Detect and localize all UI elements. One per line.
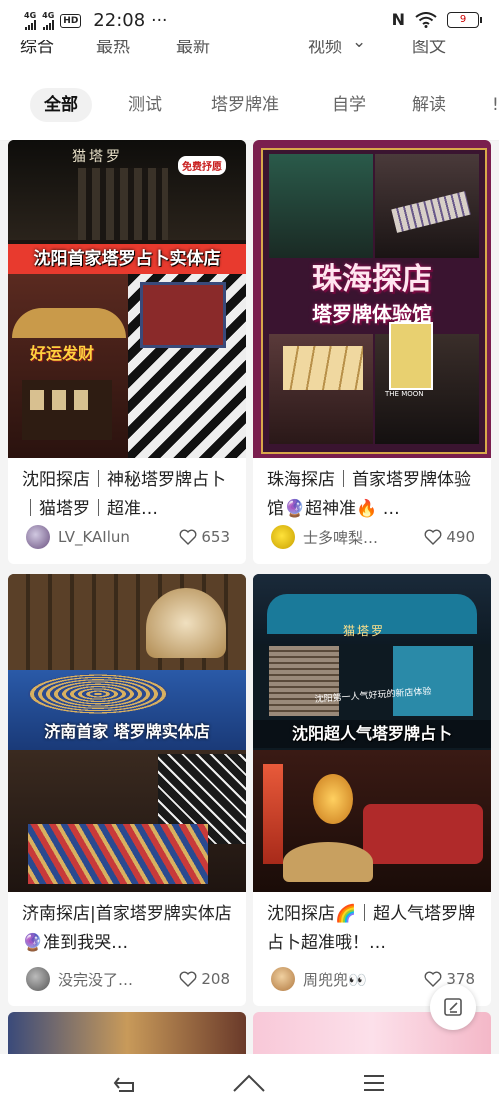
card-banner: 济南首家 塔罗牌实体店 <box>44 722 210 741</box>
filter-self-study[interactable]: 自学 <box>332 88 366 122</box>
avatar[interactable] <box>271 525 295 549</box>
tab-image-text[interactable]: 图文 <box>412 40 446 57</box>
card-banner: 沈阳超人气塔罗牌占卜 <box>253 720 491 748</box>
shop-sign: 猫塔罗 <box>343 624 386 638</box>
hd-badge: HD <box>60 13 82 28</box>
author-name[interactable]: 周兜兜👀 <box>303 969 424 990</box>
menu-icon <box>364 1075 384 1091</box>
like-count: 653 <box>201 528 230 546</box>
note-title: 沈阳探店🌈｜超人气塔罗牌占卜超准哦！… <box>267 904 476 953</box>
note-card[interactable]: 珠海探店 塔罗牌体验馆 THE MOON 珠海探店｜首家塔罗牌体验馆🔮超神准🔥 … <box>253 140 491 564</box>
avatar[interactable] <box>271 967 295 991</box>
home-icon <box>233 1074 265 1092</box>
avatar[interactable] <box>26 967 50 991</box>
note-card[interactable]: 猫塔罗 沈阳第一人气好玩的新店体验 沈阳超人气塔罗牌占卜 沈阳探店🌈｜超人气塔罗… <box>253 574 491 1006</box>
home-button[interactable] <box>229 1068 269 1098</box>
like-count: 208 <box>201 970 230 988</box>
author-name[interactable]: 没完没了… <box>58 969 179 990</box>
tab-newest[interactable]: 最新 <box>176 40 210 57</box>
tab-comprehensive[interactable]: 综合 <box>20 40 54 57</box>
like-button[interactable]: 653 <box>179 528 230 546</box>
top-tabs: 综合 最热 最新 视频 ⌄ 图文 <box>0 40 499 66</box>
filter-tarot-accurate[interactable]: 塔罗牌准 <box>211 88 279 122</box>
note-card[interactable]: 济南首家 塔罗牌实体店 济南探店|首家塔罗牌实体店🔮准到我哭… 没完没了… 20… <box>8 574 246 1006</box>
note-title: 济南探店|首家塔罗牌实体店🔮准到我哭… <box>22 904 232 953</box>
like-button[interactable]: 208 <box>179 970 230 988</box>
author-name[interactable]: LV_KAIlun <box>58 528 179 546</box>
tarot-card <box>389 322 433 390</box>
more-notifications: ··· <box>151 10 168 31</box>
luck-badge: 好运发财 <box>30 344 95 363</box>
heart-icon <box>179 971 197 987</box>
tarot-card-label: THE MOON <box>385 390 424 398</box>
avatar[interactable] <box>26 525 50 549</box>
compose-button[interactable] <box>430 984 476 1030</box>
heart-icon <box>424 971 442 987</box>
note-cover: 猫塔罗 沈阳第一人气好玩的新店体验 沈阳超人气塔罗牌占卜 <box>253 574 491 892</box>
tab-video[interactable]: 视频 <box>308 40 342 57</box>
heart-icon <box>179 529 197 545</box>
shop-sign: 猫塔罗 <box>72 149 123 165</box>
like-count: 490 <box>446 528 475 546</box>
tab-video-icon: ⌄ <box>352 40 367 52</box>
filter-bar: 全部 测试 塔罗牌准 自学 解读 ! <box>0 66 499 141</box>
back-icon <box>113 1077 134 1092</box>
card-banner: 沈阳首家塔罗占卜实体店 <box>8 244 246 274</box>
note-cover: 珠海探店 塔罗牌体验馆 THE MOON <box>253 140 491 458</box>
status-bar: 4G 4G HD 22:08 ··· N 9 <box>0 0 499 40</box>
back-button[interactable] <box>104 1068 144 1098</box>
signal-icon-2: 4G <box>42 11 54 30</box>
recents-button[interactable] <box>354 1068 394 1098</box>
clock: 22:08 <box>93 10 146 31</box>
author-name[interactable]: 士多啤梨… <box>303 527 424 548</box>
system-nav-bar <box>0 1054 499 1112</box>
free-sticker: 免费抒愿 <box>178 156 226 175</box>
card-banner-subtitle: 塔罗牌体验馆 <box>312 302 432 326</box>
filter-test[interactable]: 测试 <box>128 88 162 122</box>
note-title: 珠海探店｜首家塔罗牌体验馆🔮超神准🔥 … <box>267 470 471 519</box>
note-card-partial[interactable] <box>8 1012 246 1054</box>
battery-icon: 9 <box>447 11 482 28</box>
note-card[interactable]: 猫塔罗 免费抒愿 沈阳首家塔罗占卜实体店 好运发财 沈阳探店｜神秘塔罗牌占卜｜猫… <box>8 140 246 564</box>
edit-icon <box>444 998 462 1016</box>
filter-all[interactable]: 全部 <box>30 88 92 122</box>
note-cover: 猫塔罗 免费抒愿 沈阳首家塔罗占卜实体店 好运发财 <box>8 140 246 458</box>
tab-hottest[interactable]: 最热 <box>96 40 130 57</box>
filter-more[interactable]: ! <box>492 88 499 122</box>
nfc-icon: N <box>391 10 405 29</box>
wifi-icon <box>415 11 437 28</box>
heart-icon <box>424 529 442 545</box>
note-cover: 济南首家 塔罗牌实体店 <box>8 574 246 892</box>
filter-interpretation[interactable]: 解读 <box>412 88 446 122</box>
like-button[interactable]: 490 <box>424 528 475 546</box>
signal-icon: 4G <box>24 11 36 30</box>
note-title: 沈阳探店｜神秘塔罗牌占卜｜猫塔罗｜超准… <box>22 470 226 519</box>
card-banner-title: 珠海探店 <box>312 262 432 297</box>
